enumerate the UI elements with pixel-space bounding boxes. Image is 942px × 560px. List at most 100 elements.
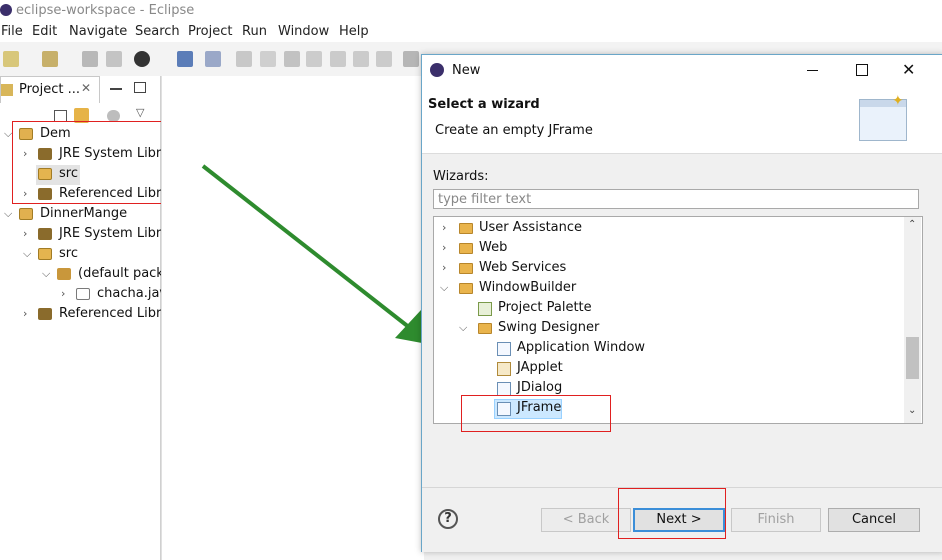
chevron-right-icon[interactable]: › — [442, 221, 446, 234]
toolbar-more-icon[interactable] — [403, 51, 419, 67]
tree-item-label: src — [59, 246, 78, 261]
chevron-right-icon[interactable]: › — [23, 227, 27, 240]
tree-item-src[interactable]: ⌵ src — [0, 245, 160, 265]
wizard-item-label: Web Services — [479, 260, 567, 275]
wizard-item-label: Web — [479, 240, 508, 255]
wizard-item-web[interactable]: › Web — [434, 239, 904, 259]
wizard-item-swing-designer[interactable]: ⌵ Swing Designer — [434, 319, 904, 339]
console-icon[interactable] — [177, 51, 193, 67]
project-explorer-icon — [1, 84, 13, 96]
eclipse-logo-icon — [0, 4, 12, 16]
arrow-shaft — [201, 164, 412, 330]
maximize-view-icon[interactable] — [134, 82, 146, 93]
chevron-right-icon[interactable]: › — [61, 287, 65, 300]
finish-button[interactable]: Finish — [731, 508, 821, 532]
wizard-item-label: JDialog — [517, 380, 563, 395]
menu-search[interactable]: Search — [135, 24, 180, 39]
dialog-header: Select a wizard Create an empty JFrame ✦ — [422, 87, 942, 154]
tree-item-chacha-java[interactable]: › chacha.jav — [0, 285, 167, 305]
new-project-icon[interactable] — [42, 51, 58, 67]
wizard-item-application-window[interactable]: Application Window — [434, 339, 904, 359]
folder-icon — [459, 283, 473, 294]
tree-item-label: (default packa — [78, 266, 172, 281]
chevron-right-icon[interactable]: › — [23, 307, 27, 320]
view-menu-icon[interactable]: ▽ — [136, 106, 144, 119]
dialog-wizard-icon — [497, 382, 511, 396]
title-bar: eclipse-workspace - Eclipse — [0, 0, 942, 22]
step-over-icon[interactable] — [353, 51, 369, 67]
menu-file[interactable]: File — [1, 24, 23, 39]
dialog-footer: ? < Back Next > Finish Cancel — [422, 487, 942, 552]
minimize-icon[interactable] — [807, 70, 818, 71]
wizard-item-label: JApplet — [517, 360, 563, 375]
tab-project-explorer-label: Project ... — [19, 82, 81, 97]
tab-project-explorer[interactable]: Project ... ✕ — [0, 76, 100, 103]
minimize-view-icon[interactable] — [110, 88, 122, 90]
tree-item-jre-library[interactable]: › JRE System Libra — [0, 225, 169, 245]
save-all-icon[interactable] — [106, 51, 122, 67]
chevron-right-icon[interactable]: › — [442, 261, 446, 274]
close-icon[interactable]: ✕ — [902, 60, 915, 79]
new-icon[interactable] — [3, 51, 19, 67]
folder-icon — [459, 263, 473, 274]
tree-item-default-package[interactable]: ⌵ (default packa — [0, 265, 172, 285]
menu-help[interactable]: Help — [339, 24, 369, 39]
wizard-tree[interactable]: › User Assistance › Web › Web Services ⌵… — [433, 216, 923, 424]
wizard-item-windowbuilder[interactable]: ⌵ WindowBuilder — [434, 279, 904, 299]
wizard-item-label: WindowBuilder — [479, 280, 577, 295]
step-into-icon[interactable] — [330, 51, 346, 67]
chevron-down-icon[interactable]: ⌵ — [4, 207, 12, 221]
wizard-item-japplet[interactable]: JApplet — [434, 359, 904, 379]
resume-icon[interactable] — [236, 51, 252, 67]
tree-item-label: chacha.jav — [97, 286, 168, 301]
save-icon[interactable] — [82, 51, 98, 67]
wizards-label: Wizards: — [433, 169, 489, 184]
window-wizard-icon — [497, 342, 511, 356]
suspend-icon[interactable] — [260, 51, 276, 67]
user-icon[interactable] — [134, 51, 150, 67]
cancel-button[interactable]: Cancel — [828, 508, 920, 532]
menu-bar: File Edit Navigate Search Project Run Wi… — [0, 22, 942, 42]
menu-edit[interactable]: Edit — [32, 24, 57, 39]
annotation-highlight-box — [461, 395, 611, 432]
help-icon[interactable]: ? — [438, 509, 458, 529]
menu-run[interactable]: Run — [242, 24, 267, 39]
scroll-up-icon[interactable]: ⌃ — [908, 219, 916, 230]
project-explorer: Project ... ✕ ▽ ⌵ Dem › JRE System Libra… — [0, 76, 194, 560]
wizard-item-label: Swing Designer — [498, 320, 600, 335]
tree-item-label: DinnerMange — [40, 206, 128, 221]
wizard-item-user-assistance[interactable]: › User Assistance — [434, 219, 904, 239]
menu-window[interactable]: Window — [278, 24, 329, 39]
scroll-down-icon[interactable]: ⌄ — [908, 405, 916, 416]
menu-project[interactable]: Project — [188, 24, 232, 39]
step-return-icon[interactable] — [376, 51, 392, 67]
filter-input[interactable] — [433, 189, 919, 209]
folder-icon — [459, 243, 473, 254]
tree-item-referenced-libraries[interactable]: › Referenced Libra — [0, 305, 169, 325]
wizard-tree-scrollbar[interactable]: ⌃ ⌄ — [904, 217, 921, 423]
wizard-item-web-services[interactable]: › Web Services — [434, 259, 904, 279]
skip-breakpoints-icon[interactable] — [205, 51, 221, 67]
wizard-item-label: Application Window — [517, 340, 646, 355]
chevron-down-icon[interactable]: ⌵ — [440, 281, 448, 295]
chevron-down-icon[interactable]: ⌵ — [23, 247, 31, 261]
chevron-right-icon[interactable]: › — [442, 241, 446, 254]
annotation-highlight-box — [618, 488, 726, 539]
scrollbar-thumb[interactable] — [906, 337, 919, 379]
folder-icon — [478, 323, 492, 334]
folder-icon — [459, 223, 473, 234]
library-icon — [38, 228, 52, 240]
terminate-icon[interactable] — [284, 51, 300, 67]
maximize-icon[interactable] — [856, 64, 868, 76]
palette-icon — [478, 302, 492, 316]
applet-wizard-icon — [497, 362, 511, 376]
chevron-down-icon[interactable]: ⌵ — [459, 321, 467, 335]
menu-navigate[interactable]: Navigate — [69, 24, 127, 39]
java-file-icon — [76, 288, 90, 300]
chevron-down-icon[interactable]: ⌵ — [42, 267, 50, 281]
close-icon[interactable]: ✕ — [81, 81, 91, 95]
wizard-item-project-palette[interactable]: Project Palette — [434, 299, 904, 319]
project-icon — [19, 208, 33, 220]
tree-item-dinnermange[interactable]: ⌵ DinnerMange — [0, 205, 160, 225]
disconnect-icon[interactable] — [306, 51, 322, 67]
